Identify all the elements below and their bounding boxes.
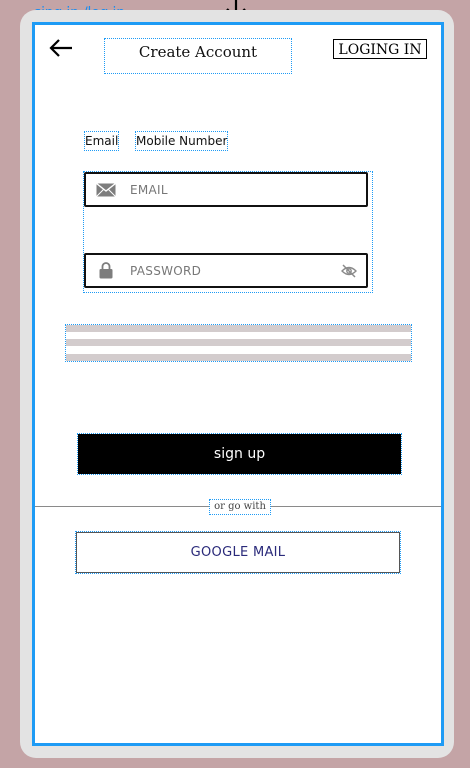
google-mail-button[interactable]: GOOGLE MAIL xyxy=(75,531,401,574)
mail-icon xyxy=(86,182,126,197)
tab-mobile-number[interactable]: Mobile Number xyxy=(134,131,229,151)
page-title: Create Account xyxy=(104,38,292,74)
login-form xyxy=(83,171,373,293)
lock-icon xyxy=(86,262,126,279)
password-field[interactable] xyxy=(84,253,368,288)
back-button[interactable] xyxy=(47,37,75,59)
placeholder-stripe xyxy=(66,325,411,332)
or-go-with-label: or go with xyxy=(209,499,271,515)
password-input[interactable] xyxy=(126,255,332,286)
signup-button[interactable]: sign up xyxy=(77,433,402,475)
placeholder-stripe xyxy=(66,354,411,361)
email-field[interactable] xyxy=(84,172,368,207)
login-link[interactable]: LOGING IN xyxy=(333,39,427,59)
tab-email[interactable]: Email xyxy=(83,131,120,151)
email-input[interactable] xyxy=(126,174,366,205)
eye-off-icon[interactable] xyxy=(332,263,366,278)
screen: Create Account LOGING IN Email Mobile Nu… xyxy=(32,22,444,746)
placeholder-block xyxy=(65,324,412,362)
placeholder-stripe xyxy=(66,339,411,346)
arrow-left-icon xyxy=(49,39,72,57)
